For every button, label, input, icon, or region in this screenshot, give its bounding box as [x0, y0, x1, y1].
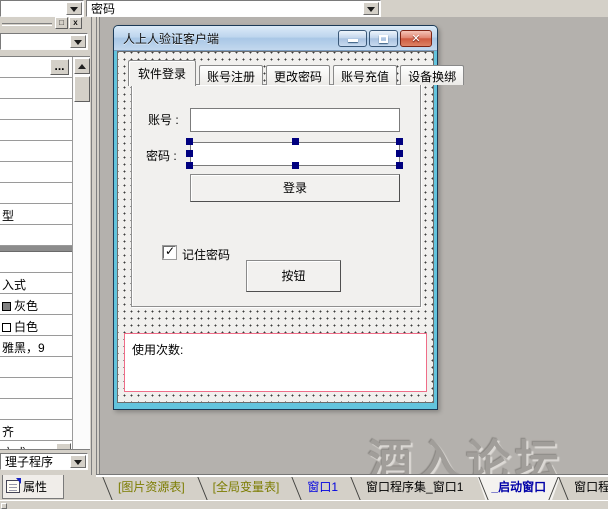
selection-handle[interactable]: [292, 162, 299, 169]
restore-icon[interactable]: □: [55, 17, 68, 29]
selection-handle[interactable]: [186, 138, 193, 145]
property-value: 齐: [2, 423, 14, 440]
property-value: 入式: [2, 276, 26, 293]
dialog-client-area: 软件登录账号注册更改密码账号充值设备换绑 账号 : 密码 : 登录 ✓ 记住密码…: [117, 51, 434, 403]
minimize-icon[interactable]: [338, 30, 367, 47]
toolbar: 密码: [0, 0, 608, 17]
scroll-up-icon[interactable]: [74, 58, 90, 74]
property-value: 方式: [2, 444, 26, 450]
properties-tab-label: 属性: [23, 478, 47, 495]
remember-password-checkbox[interactable]: ✓: [163, 246, 176, 259]
component-combo[interactable]: [0, 33, 88, 50]
dialog-tab-更改密码[interactable]: 更改密码: [266, 65, 330, 85]
resize-grip[interactable]: [1, 503, 7, 509]
maximize-icon[interactable]: [369, 30, 398, 47]
dialog-tab-账号充值[interactable]: 账号充值: [333, 65, 397, 85]
selection-handle[interactable]: [396, 150, 403, 157]
close-icon[interactable]: ✕: [400, 30, 432, 47]
event-handler-combo[interactable]: 理子程序: [0, 453, 88, 470]
dropdown-arrow-icon[interactable]: [70, 35, 86, 48]
scrollbar[interactable]: [72, 57, 90, 449]
designer-canvas: 人上人验证客户端 ✕ 软件登录账号注册更改密码账号充值设备换绑 账号 : 密码 …: [100, 17, 608, 474]
forum-watermark: 酒入论坛: [368, 425, 564, 474]
dialog-tab-软件登录[interactable]: 软件登录: [128, 60, 196, 86]
selection-handle[interactable]: [396, 138, 403, 145]
tab-properties[interactable]: 属性: [2, 475, 64, 499]
member-combo[interactable]: 密码: [86, 0, 381, 17]
member-combo-value: 密码: [91, 2, 115, 16]
dropdown-arrow-icon[interactable]: [66, 2, 82, 15]
file-tabbar: [图片资源表][全局变量表]窗口1窗口程序集_窗口1_启动窗口窗口程序集_启: [96, 477, 608, 500]
statusbar: [0, 500, 608, 509]
password-label: 密码 :: [146, 147, 177, 164]
checkmark-icon: ✓: [165, 244, 175, 258]
ide-window: 密码 □ x ... 型入式灰色白色雅黑，9 齐方式 理子程序 属性: [0, 0, 608, 509]
dropdown-arrow-icon[interactable]: [70, 455, 86, 468]
selection-handle[interactable]: [292, 138, 299, 145]
dropdown-arrow-icon[interactable]: [56, 443, 71, 450]
file-tab-窗口1[interactable]: 窗口1: [293, 477, 352, 500]
dialog-titlebar[interactable]: 人上人验证客户端 ✕: [114, 26, 437, 51]
panel-grip[interactable]: [2, 23, 52, 26]
generic-button[interactable]: 按钮: [246, 260, 341, 292]
usage-count-box[interactable]: 使用次数:: [124, 333, 427, 392]
account-input[interactable]: [190, 108, 400, 132]
file-tab-窗口程序集_窗口1[interactable]: 窗口程序集_窗口1: [352, 477, 477, 500]
property-panel: □ x ... 型入式灰色白色雅黑，9 齐方式 理子程序: [0, 17, 96, 475]
property-value: 型: [2, 207, 14, 224]
account-label: 账号 :: [148, 111, 179, 128]
selection-handle[interactable]: [186, 162, 193, 169]
object-combo[interactable]: [0, 0, 84, 17]
file-tab-[图片资源表][interactable]: [图片资源表]: [104, 477, 199, 500]
property-value: 雅黑，9: [2, 339, 45, 356]
dialog-title: 人上人验证客户端: [123, 30, 219, 47]
dialog-tab-设备换绑[interactable]: 设备换绑: [400, 65, 464, 85]
file-tab-[全局变量表][interactable]: [全局变量表]: [199, 477, 294, 500]
tab-page: 账号 : 密码 : 登录 ✓ 记住密码 按钮: [131, 84, 421, 307]
usage-count-label: 使用次数:: [132, 341, 183, 358]
properties-sheet-icon: [6, 480, 20, 493]
color-swatch-icon: [2, 302, 11, 311]
dropdown-arrow-icon[interactable]: [363, 2, 379, 15]
file-tab-_启动窗口[interactable]: _启动窗口: [477, 477, 560, 500]
scrollbar-thumb[interactable]: [74, 76, 90, 102]
property-grid[interactable]: ... 型入式灰色白色雅黑，9 齐方式: [0, 56, 90, 450]
designed-dialog[interactable]: 人上人验证客户端 ✕ 软件登录账号注册更改密码账号充值设备换绑 账号 : 密码 …: [113, 25, 438, 410]
event-handler-value: 理子程序: [5, 455, 53, 469]
selection-handle[interactable]: [186, 150, 193, 157]
file-tab-窗口程序集_启[interactable]: 窗口程序集_启: [560, 477, 608, 500]
ellipsis-icon[interactable]: ...: [50, 59, 69, 75]
close-icon[interactable]: x: [69, 17, 82, 29]
login-button[interactable]: 登录: [190, 174, 400, 202]
selection-handle[interactable]: [396, 162, 403, 169]
property-value: 白色: [2, 318, 38, 335]
dialog-tab-账号注册[interactable]: 账号注册: [199, 65, 263, 85]
remember-password-label: 记住密码: [182, 246, 230, 263]
color-swatch-icon: [2, 323, 11, 332]
dialog-tab-strip: 软件登录账号注册更改密码账号充值设备换绑: [128, 60, 467, 85]
property-value: 灰色: [2, 297, 38, 314]
